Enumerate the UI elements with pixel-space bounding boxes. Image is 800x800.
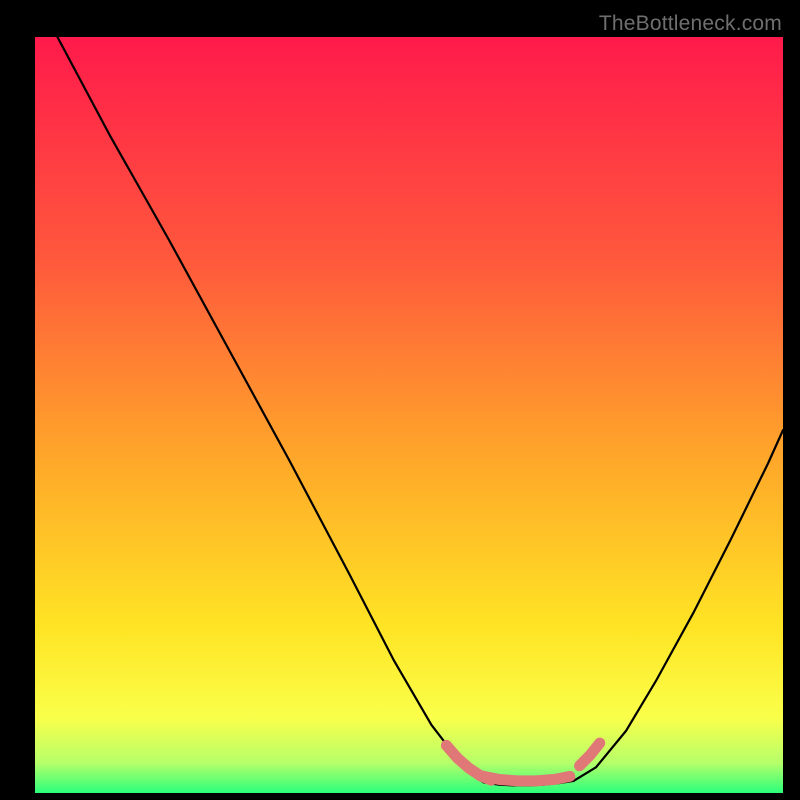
accent-segment-bottom bbox=[480, 776, 570, 781]
accent-segment-right bbox=[580, 743, 600, 766]
curve-right-branch bbox=[574, 430, 783, 781]
curve-left-branch bbox=[57, 37, 483, 782]
chart-svg bbox=[35, 37, 783, 793]
chart-frame: TheBottleneck.com bbox=[0, 0, 800, 800]
watermark-text: TheBottleneck.com bbox=[599, 12, 782, 36]
